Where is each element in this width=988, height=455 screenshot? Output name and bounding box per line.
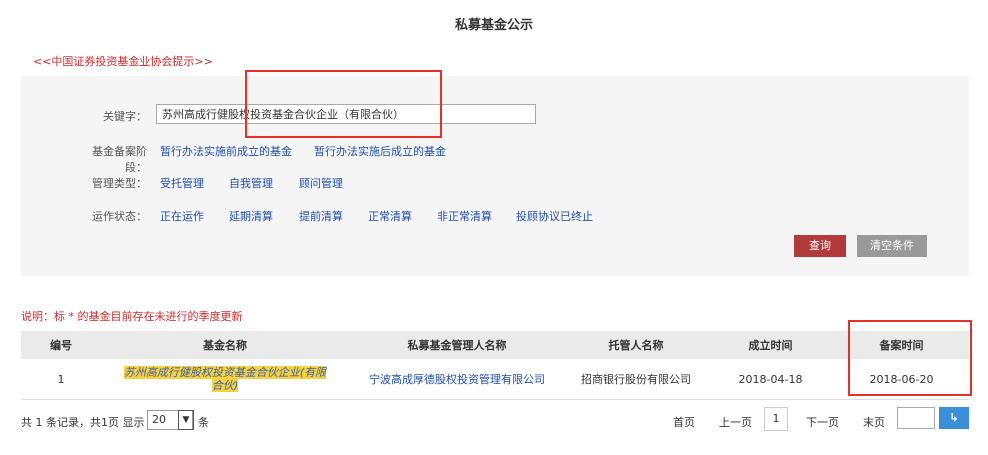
next-page-link[interactable]: 下一页 [806,414,839,430]
col-header-established[interactable]: 成立时间 [707,331,834,359]
status-option-delayed[interactable]: 延期清算 [229,208,273,224]
type-label: 管理类型： [92,177,147,190]
page-size-value: 20 [152,413,166,426]
last-page-link[interactable]: 末页 [863,414,885,430]
table-header-row: 编号 基金名称 私募基金管理人名称 托管人名称 成立时间 备案时间 [21,331,969,359]
col-header-manager[interactable]: 私募基金管理人名称 [349,331,565,359]
prev-page-link[interactable]: 上一页 [719,414,752,430]
status-option-running[interactable]: 正在运作 [160,208,204,224]
page-jump-input[interactable] [897,407,935,429]
page-title: 私募基金公示 [454,18,533,33]
stage-label: 基金备案阶段： [92,145,147,174]
query-button[interactable]: 查询 [794,235,846,257]
enter-arrow-icon[interactable]: ↳ [939,407,969,429]
page-size-suffix: 条 [198,416,209,429]
type-option-entrusted[interactable]: 受托管理 [160,175,204,191]
clear-button[interactable]: 清空条件 [857,235,927,257]
status-option-normal[interactable]: 正常清算 [368,208,412,224]
stage-option-after[interactable]: 暂行办法实施后成立的基金 [314,143,446,159]
record-summary: 共 1 条记录，共1页 显示 [21,416,145,429]
type-option-self[interactable]: 自我管理 [229,175,273,191]
fund-name-link[interactable]: 苏州高成行健股权投资基金合伙企业(有限合伙) [123,366,327,392]
col-header-fund-name[interactable]: 基金名称 [101,331,349,359]
cell-fund-name[interactable]: 苏州高成行健股权投资基金合伙企业(有限合伙) [101,359,349,400]
chevron-down-icon[interactable]: ▼ [178,410,194,430]
type-option-advisor[interactable]: 顾问管理 [299,175,343,191]
status-option-abnormal[interactable]: 非正常清算 [437,208,492,224]
first-page-link[interactable]: 首页 [673,414,695,430]
annotation-box-keyword [245,70,442,138]
col-header-number[interactable]: 编号 [21,331,101,359]
col-header-custodian[interactable]: 托管人名称 [565,331,707,359]
update-note: 说明：标 * 的基金目前存在未进行的季度更新 [21,310,243,323]
cell-number: 1 [21,359,101,400]
cell-established: 2018-04-18 [707,359,834,400]
annotation-box-filed-date [848,320,972,396]
fund-table: 编号 基金名称 私募基金管理人名称 托管人名称 成立时间 备案时间 1 苏州高成… [21,331,969,400]
status-label: 运作状态： [92,210,147,223]
association-hint-link[interactable]: <<中国证券投资基金业协会提示>> [33,53,213,69]
cell-custodian: 招商银行股份有限公司 [565,359,707,400]
current-page[interactable]: 1 [764,407,788,431]
keyword-label: 关键字： [103,110,147,123]
status-option-terminated[interactable]: 投顾协议已终止 [516,208,593,224]
table-row: 1 苏州高成行健股权投资基金合伙企业(有限合伙) 宁波高成厚德股权投资管理有限公… [21,359,969,400]
status-option-early[interactable]: 提前清算 [299,208,343,224]
cell-manager-link[interactable]: 宁波高成厚德股权投资管理有限公司 [349,359,565,400]
stage-option-before[interactable]: 暂行办法实施前成立的基金 [160,143,292,159]
